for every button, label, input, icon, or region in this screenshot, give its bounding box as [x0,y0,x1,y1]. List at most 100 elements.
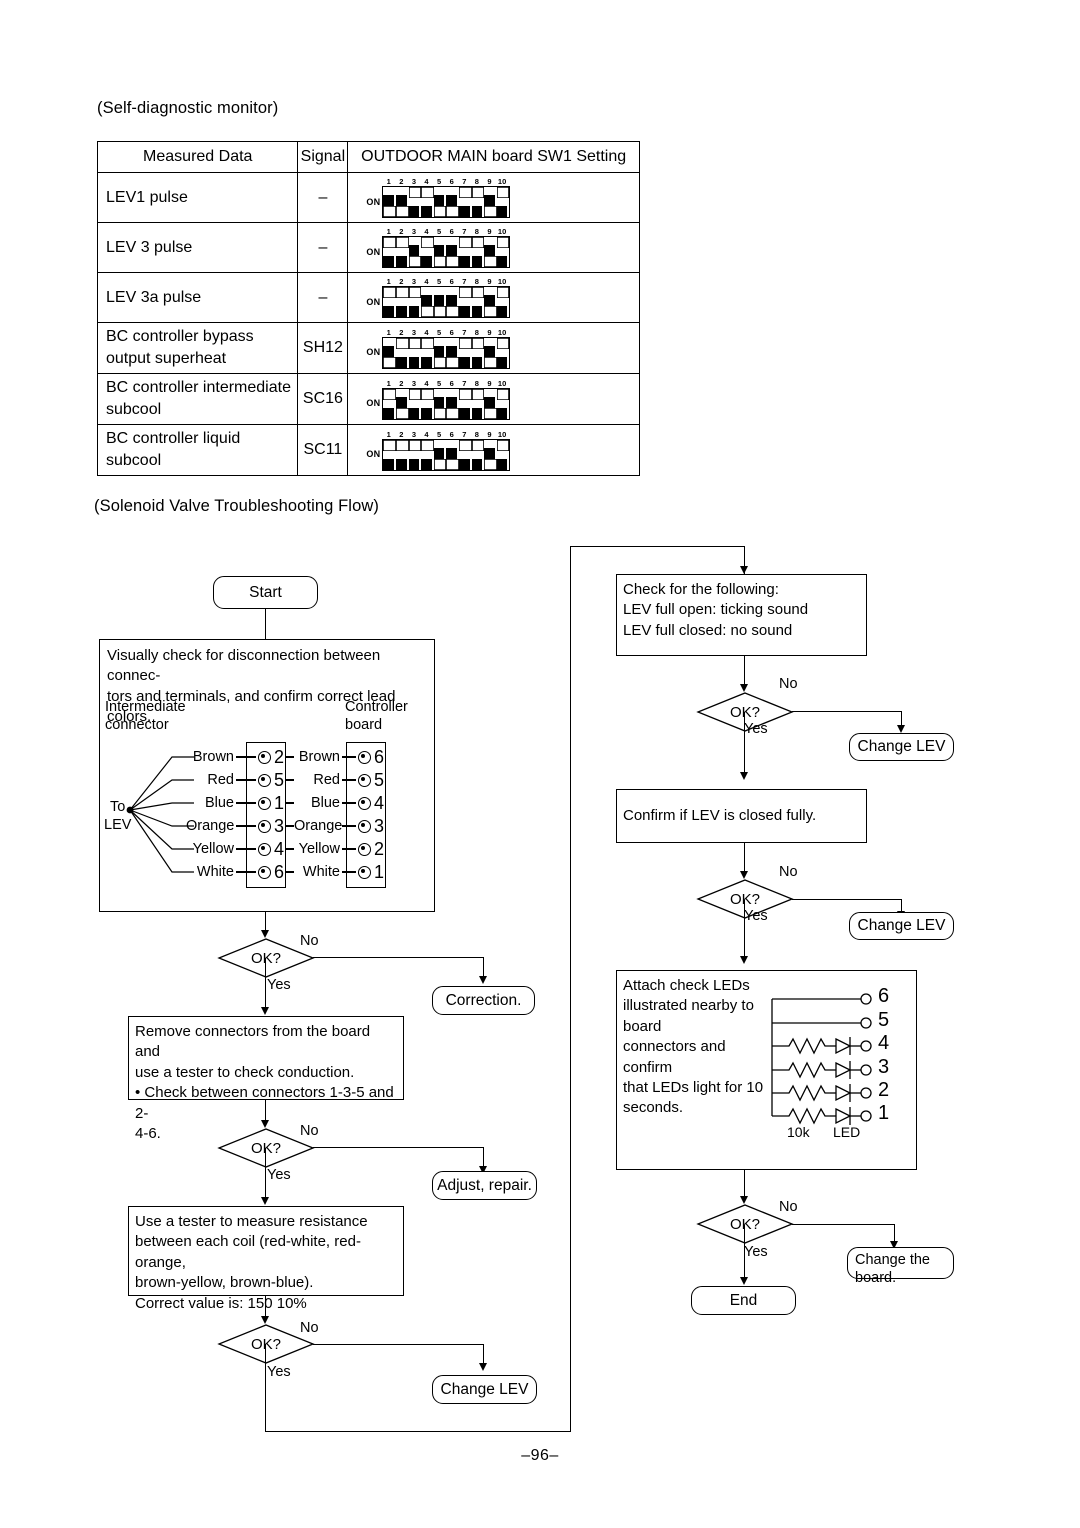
dip-switch-grid[interactable] [382,186,511,218]
arrow-down-ok5 [740,871,748,879]
wire-color-label: Orange [186,818,235,834]
dip-switch-5[interactable] [433,389,447,419]
dip-switch-1[interactable] [383,187,397,217]
dip-switch-1[interactable] [383,388,397,419]
dip-switch: ON 1 2 3 4 5 6 7 8 9 10 [348,177,639,218]
dip-switch-8[interactable] [471,287,485,317]
dip-switch-9[interactable] [484,237,497,267]
dip-switch-9[interactable] [484,287,497,317]
dip-switch-1[interactable] [383,439,397,470]
dip-switch-9[interactable] [484,338,497,368]
dip-switch-4[interactable] [421,388,434,419]
dip-switch-3[interactable] [408,388,422,419]
dip-switch-grid[interactable] [382,286,511,318]
change-lev-2-terminator[interactable]: Change LEV [849,912,954,940]
correction-terminator[interactable]: Correction. [432,986,535,1015]
dip-switch-5[interactable] [433,338,447,368]
dip-switch-4[interactable] [421,187,434,217]
dip-switch-2[interactable] [396,287,409,317]
dip-switch-7[interactable] [459,388,472,419]
dip-switch-5[interactable] [433,237,447,267]
controller-pin-row: White 1 [286,863,384,881]
dip-switch-3[interactable] [408,337,422,368]
dip-switch-6[interactable] [446,389,459,419]
connector-ok4-no [792,711,902,713]
dip-switch-7[interactable] [459,439,472,470]
dip-switch-9[interactable] [484,187,497,217]
dip-switch-10[interactable] [496,237,510,267]
dip-switch-7[interactable] [459,287,472,317]
dip-number-3: 3 [411,378,416,388]
dip-switch-1[interactable] [383,287,397,317]
dip-switch-4[interactable] [421,337,434,368]
flow-start-terminator[interactable]: Start [213,576,318,609]
dip-number-3: 3 [411,327,416,337]
dip-number-7: 7 [462,277,467,286]
dip-switch-7[interactable] [459,187,472,217]
dip-switch-4[interactable] [421,287,434,317]
change-lev-left-terminator[interactable]: Change LEV [432,1375,537,1404]
dip-switch-9[interactable] [484,440,497,470]
dip-switch-1[interactable] [383,237,397,267]
dip-switch-numbers: 1 2 3 4 5 6 7 8 9 10 [382,328,510,337]
led-terminal-number: 1 [878,1102,890,1124]
pin-number: 6 [273,862,284,882]
dip-number-5: 5 [437,327,442,337]
dip-switch-6[interactable] [446,440,459,470]
arrow-down-correction [479,976,487,984]
dip-switch-10[interactable] [496,287,510,317]
dip-switch-3[interactable] [408,287,422,317]
dip-switch-8[interactable] [471,337,485,368]
dip-switch-3[interactable] [408,187,422,217]
table-row: LEV 3a pulse – ON 1 2 3 4 5 6 7 8 9 10 [96,272,640,323]
dip-switch-8[interactable] [471,388,485,419]
dip-switch-2[interactable] [396,187,409,217]
change-lev-1-terminator[interactable]: Change LEV [849,733,954,761]
dip-switch-2[interactable] [396,439,409,470]
dip-switch-8[interactable] [471,237,485,267]
dip-switch-grid[interactable] [382,336,511,369]
dip-switch-6[interactable] [446,287,459,317]
dip-switch-9[interactable] [484,389,497,419]
dip-switch-10[interactable] [496,337,510,368]
branch-yes-1: Yes [267,977,291,993]
dip-switch-grid[interactable] [382,387,511,420]
wire-lead [342,825,356,827]
wire-lead [286,871,294,873]
dip-switch-5[interactable] [433,287,447,317]
dip-on-label: ON [366,296,381,307]
dip-switch-3[interactable] [408,439,422,470]
dip-switch-grid[interactable] [382,236,511,268]
dip-switch-10[interactable] [496,388,510,419]
adjust-repair-terminator[interactable]: Adjust, repair. [432,1171,537,1200]
dip-switch-grid[interactable] [382,438,511,471]
wire-color-label: Red [313,772,340,788]
dip-switch-2[interactable] [396,237,409,267]
dip-switch-1[interactable] [383,338,397,368]
dip-switch-4[interactable] [421,439,434,470]
dip-switch-7[interactable] [459,237,472,267]
connector-ok3-yes-down [265,1344,267,1432]
dip-number-8: 8 [474,277,479,286]
dip-switch-5[interactable] [433,440,447,470]
dip-switch-7[interactable] [459,337,472,368]
dip-switch-6[interactable] [446,237,459,267]
dip-switch-4[interactable] [421,237,434,267]
dip-switch-2[interactable] [396,337,409,368]
dip-number-8: 8 [474,177,479,186]
connector-ok5-yes [744,900,746,962]
pin-number: 1 [273,793,284,813]
dip-switch-6[interactable] [446,187,459,217]
dip-switch-10[interactable] [496,439,510,470]
dip-switch-8[interactable] [471,187,485,217]
pin-number: 6 [373,747,384,767]
dip-switch-2[interactable] [396,389,409,419]
dip-number-8: 8 [474,327,479,337]
change-board-terminator[interactable]: Change the board. [847,1247,954,1286]
dip-switch-3[interactable] [408,237,422,267]
dip-switch-10[interactable] [496,187,510,217]
dip-switch-6[interactable] [446,338,459,368]
dip-switch-5[interactable] [433,187,447,217]
flow-end-terminator[interactable]: End [691,1286,796,1315]
dip-switch-8[interactable] [471,439,485,470]
